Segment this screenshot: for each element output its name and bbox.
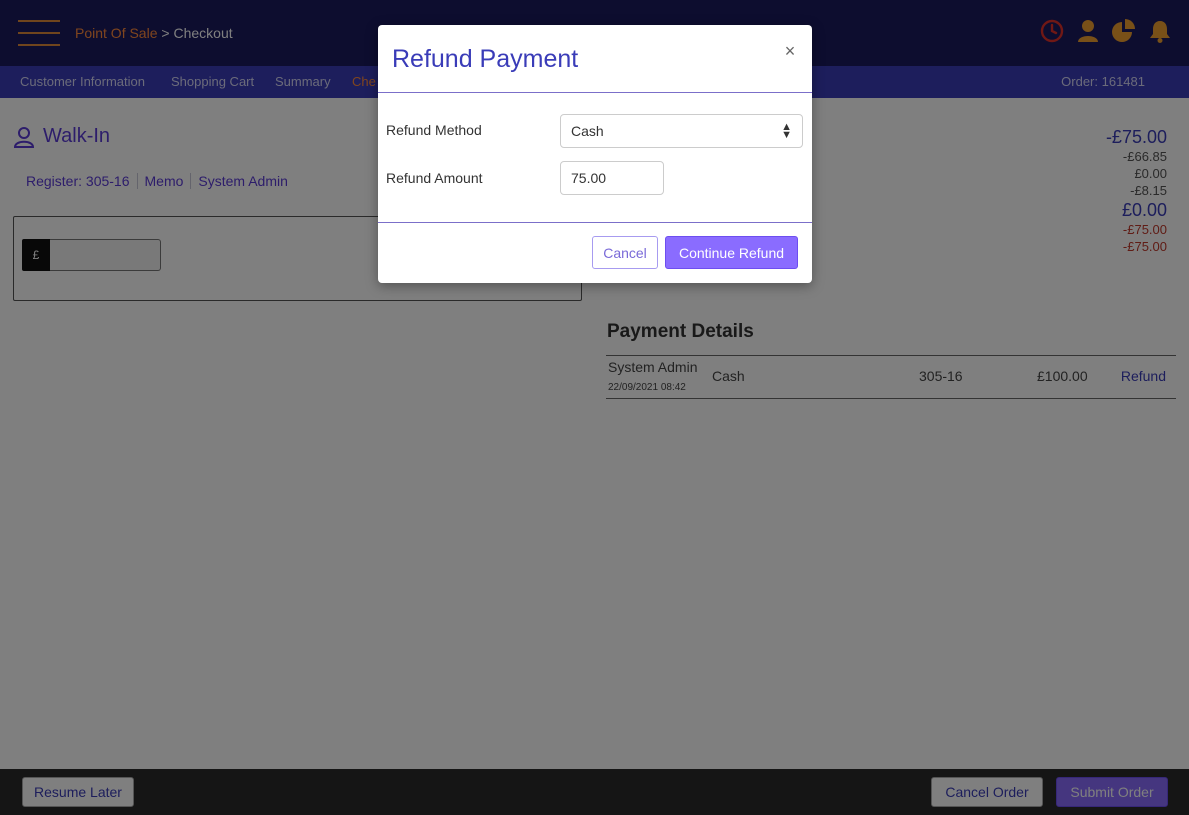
cancel-button[interactable]: Cancel [592,236,658,269]
refund-amount-label: Refund Amount [386,170,483,186]
select-arrows-icon: ▲ ▼ [781,121,792,141]
refund-payment-modal: Refund Payment × Refund Method Cash ▲ ▼ R… [378,25,812,283]
refund-method-label: Refund Method [386,122,482,138]
refund-method-value: Cash [571,123,604,139]
close-icon[interactable]: × [780,41,800,61]
refund-method-select[interactable]: Cash ▲ ▼ [560,114,803,148]
divider [378,92,812,93]
continue-refund-button[interactable]: Continue Refund [665,236,798,269]
refund-amount-input[interactable] [560,161,664,195]
divider [378,222,812,223]
modal-title: Refund Payment [392,45,579,73]
